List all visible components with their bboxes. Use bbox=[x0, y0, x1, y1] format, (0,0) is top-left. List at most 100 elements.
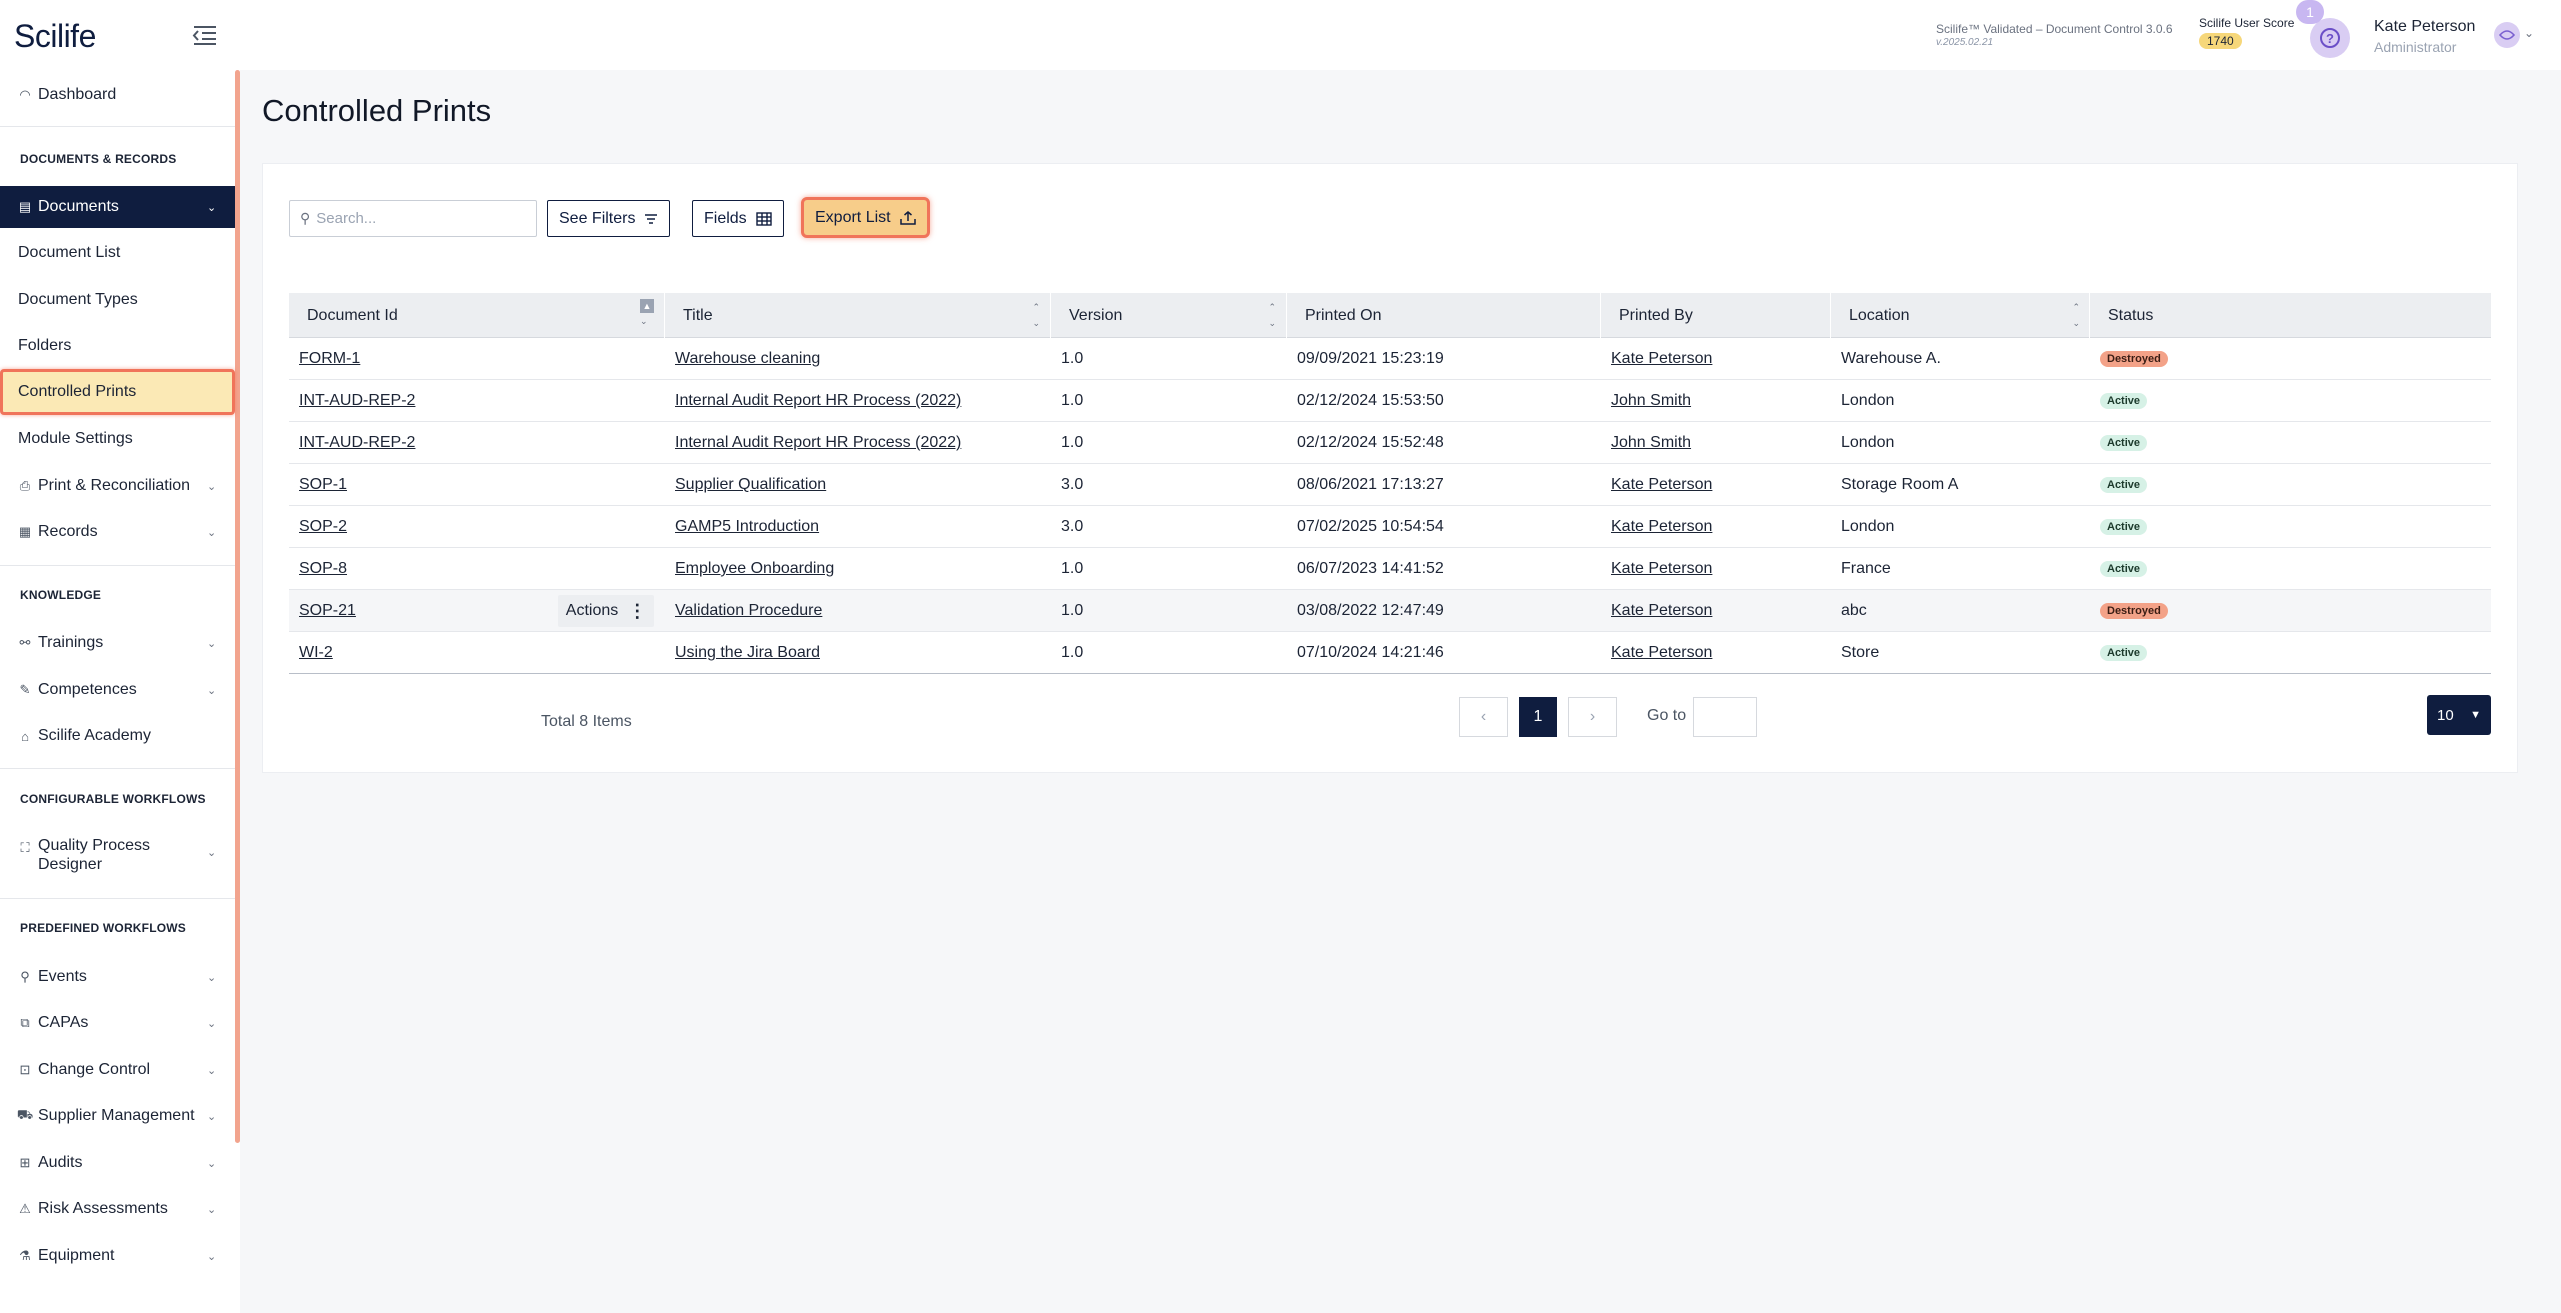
column-status[interactable]: Status bbox=[2090, 293, 2491, 338]
version-cell: 3.0 bbox=[1061, 476, 1084, 493]
sidebar-item-change-control[interactable]: ⊡ Change Control ⌄ bbox=[0, 1050, 235, 1090]
chevron-down-icon[interactable]: ⌄ bbox=[2524, 26, 2534, 40]
title-link[interactable]: Using the Jira Board bbox=[665, 632, 820, 674]
goto-page-input[interactable] bbox=[1693, 697, 1757, 737]
upload-icon bbox=[899, 210, 916, 225]
printed-on-cell: 08/06/2021 17:13:27 bbox=[1297, 476, 1444, 493]
printed-on-cell: 06/07/2023 14:41:52 bbox=[1297, 560, 1444, 577]
sidebar-item-records[interactable]: ▦ Records ⌄ bbox=[0, 512, 235, 552]
status-badge: Active bbox=[2100, 645, 2148, 661]
table-row[interactable]: SOP-2 GAMP5 Introduction 3.0 07/02/2025 … bbox=[289, 506, 2491, 548]
status-badge: Active bbox=[2100, 519, 2148, 535]
page-size-select[interactable]: 10 ▼ bbox=[2427, 695, 2491, 735]
help-button[interactable]: ? bbox=[2310, 18, 2350, 58]
sidebar-item-supplier-management[interactable]: ⛟ Supplier Management ⌄ bbox=[0, 1096, 235, 1136]
title-link[interactable]: Warehouse cleaning bbox=[665, 338, 820, 380]
title-link[interactable]: Internal Audit Report HR Process (2022) bbox=[665, 422, 961, 464]
export-list-button[interactable]: Export List bbox=[801, 197, 930, 238]
table-row[interactable]: INT-AUD-REP-2 Internal Audit Report HR P… bbox=[289, 380, 2491, 422]
sidebar-item-folders[interactable]: Folders bbox=[0, 326, 235, 366]
printed-by-link[interactable]: John Smith bbox=[1601, 380, 1691, 422]
scilife-logo[interactable]: Scilife bbox=[14, 18, 96, 55]
title-link[interactable]: GAMP5 Introduction bbox=[665, 506, 819, 548]
avatar[interactable] bbox=[2494, 22, 2520, 48]
printed-by-link[interactable]: Kate Peterson bbox=[1601, 548, 1712, 590]
document-id-link[interactable]: INT-AUD-REP-2 bbox=[289, 380, 415, 422]
sidebar-item-documents[interactable]: ▤ Documents ⌄ bbox=[0, 186, 235, 228]
location-cell: Storage Room A bbox=[1841, 476, 1959, 493]
sidebar-item-equipment[interactable]: ⚗ Equipment ⌄ bbox=[0, 1236, 235, 1276]
sidebar-item-module-settings[interactable]: Module Settings bbox=[0, 419, 235, 459]
document-id-link[interactable]: INT-AUD-REP-2 bbox=[289, 422, 415, 464]
notification-badge[interactable]: 1 bbox=[2296, 0, 2324, 24]
printed-by-link[interactable]: Kate Peterson bbox=[1601, 632, 1712, 674]
printed-by-link[interactable]: Kate Peterson bbox=[1601, 506, 1712, 548]
sidebar-item-risk-assessments[interactable]: ⚠ Risk Assessments ⌄ bbox=[0, 1189, 235, 1229]
column-document-id[interactable]: Document Id ▲ ⌄ bbox=[289, 293, 664, 338]
table-row[interactable]: FORM-1 Warehouse cleaning 1.0 09/09/2021… bbox=[289, 338, 2491, 380]
title-link[interactable]: Employee Onboarding bbox=[665, 548, 834, 590]
sidebar-item-trainings[interactable]: ⚯ Trainings ⌄ bbox=[0, 623, 235, 663]
table-row[interactable]: SOP-1 Supplier Qualification 3.0 08/06/2… bbox=[289, 464, 2491, 506]
table-row[interactable]: INT-AUD-REP-2 Internal Audit Report HR P… bbox=[289, 422, 2491, 464]
table-header: Document Id ▲ ⌄ Title ⌃ ⌄ Version ⌃ ⌄ Print… bbox=[289, 293, 2491, 338]
next-page-button[interactable]: › bbox=[1568, 697, 1617, 737]
row-actions-button[interactable]: Actions ⋮ bbox=[558, 595, 654, 627]
section-configurable-workflows: CONFIGURABLE WORKFLOWS bbox=[20, 792, 206, 806]
printed-by-link[interactable]: John Smith bbox=[1601, 422, 1691, 464]
divider bbox=[0, 768, 235, 769]
printed-by-link[interactable]: Kate Peterson bbox=[1601, 338, 1712, 380]
table-row[interactable]: WI-2 Using the Jira Board 1.0 07/10/2024… bbox=[289, 632, 2491, 674]
sidebar-item-capas[interactable]: ⧉ CAPAs ⌄ bbox=[0, 1003, 235, 1043]
document-id-link[interactable]: SOP-1 bbox=[289, 464, 347, 506]
fields-button[interactable]: Fields bbox=[692, 200, 784, 237]
search-box[interactable]: ⚲ bbox=[289, 200, 537, 237]
chevron-down-icon: ⌄ bbox=[207, 1017, 217, 1030]
search-input[interactable] bbox=[316, 210, 517, 227]
page-number-button[interactable]: 1 bbox=[1519, 697, 1557, 737]
sidebar-item-competences[interactable]: ✎ Competences ⌄ bbox=[0, 670, 235, 710]
sort-icon[interactable]: ⌃ ⌄ bbox=[1268, 299, 1276, 331]
sort-icon[interactable]: ⌃ ⌄ bbox=[2072, 299, 2080, 331]
page-title: Controlled Prints bbox=[262, 93, 492, 128]
column-title[interactable]: Title ⌃ ⌄ bbox=[665, 293, 1050, 338]
title-link[interactable]: Validation Procedure bbox=[665, 590, 822, 632]
table-row[interactable]: SOP-21 Actions ⋮ Validation Procedure 1.… bbox=[289, 590, 2491, 632]
column-printed-on[interactable]: Printed On bbox=[1287, 293, 1600, 338]
title-link[interactable]: Internal Audit Report HR Process (2022) bbox=[665, 380, 961, 422]
prev-page-button[interactable]: ‹ bbox=[1459, 697, 1508, 737]
capas-icon: ⧉ bbox=[20, 1015, 30, 1030]
column-location[interactable]: Location ⌃ ⌄ bbox=[1831, 293, 2090, 338]
sidebar-item-print-reconciliation[interactable]: ⎙ Print & Reconciliation ⌄ bbox=[0, 466, 235, 506]
sort-icon[interactable]: ⌃ ⌄ bbox=[1032, 299, 1040, 331]
sidebar-item-quality-process-designer[interactable]: ⛶ Quality Process Designer ⌄ bbox=[0, 832, 235, 880]
document-id-link[interactable]: FORM-1 bbox=[289, 338, 360, 380]
sidebar-item-events[interactable]: ⚲ Events ⌄ bbox=[0, 957, 235, 997]
status-badge: Active bbox=[2100, 435, 2148, 451]
sidebar-scrollbar[interactable] bbox=[235, 70, 240, 1143]
table-row[interactable]: SOP-8 Employee Onboarding 1.0 06/07/2023… bbox=[289, 548, 2491, 590]
sort-icon[interactable]: ▲ ⌄ bbox=[640, 299, 654, 329]
sidebar-item-scilife-academy[interactable]: ⌂ Scilife Academy bbox=[0, 716, 235, 756]
column-printed-by[interactable]: Printed By bbox=[1601, 293, 1830, 338]
chevron-down-icon: ⌄ bbox=[207, 526, 217, 539]
divider bbox=[0, 565, 235, 566]
printed-by-link[interactable]: Kate Peterson bbox=[1601, 590, 1712, 632]
sidebar-item-document-list[interactable]: Document List bbox=[0, 233, 235, 273]
document-id-link[interactable]: SOP-2 bbox=[289, 506, 347, 548]
collapse-sidebar-icon[interactable] bbox=[190, 22, 220, 48]
user-name[interactable]: Kate Peterson bbox=[2374, 18, 2475, 36]
title-link[interactable]: Supplier Qualification bbox=[665, 464, 826, 506]
location-cell: London bbox=[1841, 434, 1895, 451]
see-filters-button[interactable]: See Filters bbox=[547, 200, 671, 237]
sidebar-item-controlled-prints[interactable]: Controlled Prints bbox=[0, 369, 235, 415]
column-version[interactable]: Version ⌃ ⌄ bbox=[1051, 293, 1286, 338]
sidebar-item-document-types[interactable]: Document Types bbox=[0, 280, 235, 320]
sidebar-item-dashboard[interactable]: ◠ Dashboard bbox=[0, 75, 235, 115]
document-id-link[interactable]: SOP-21 bbox=[289, 590, 356, 632]
document-id-link[interactable]: WI-2 bbox=[289, 632, 333, 674]
status-cell: Active bbox=[2090, 464, 2148, 506]
printed-by-link[interactable]: Kate Peterson bbox=[1601, 464, 1712, 506]
sidebar-item-audits[interactable]: ⊞ Audits ⌄ bbox=[0, 1143, 235, 1183]
document-id-link[interactable]: SOP-8 bbox=[289, 548, 347, 590]
